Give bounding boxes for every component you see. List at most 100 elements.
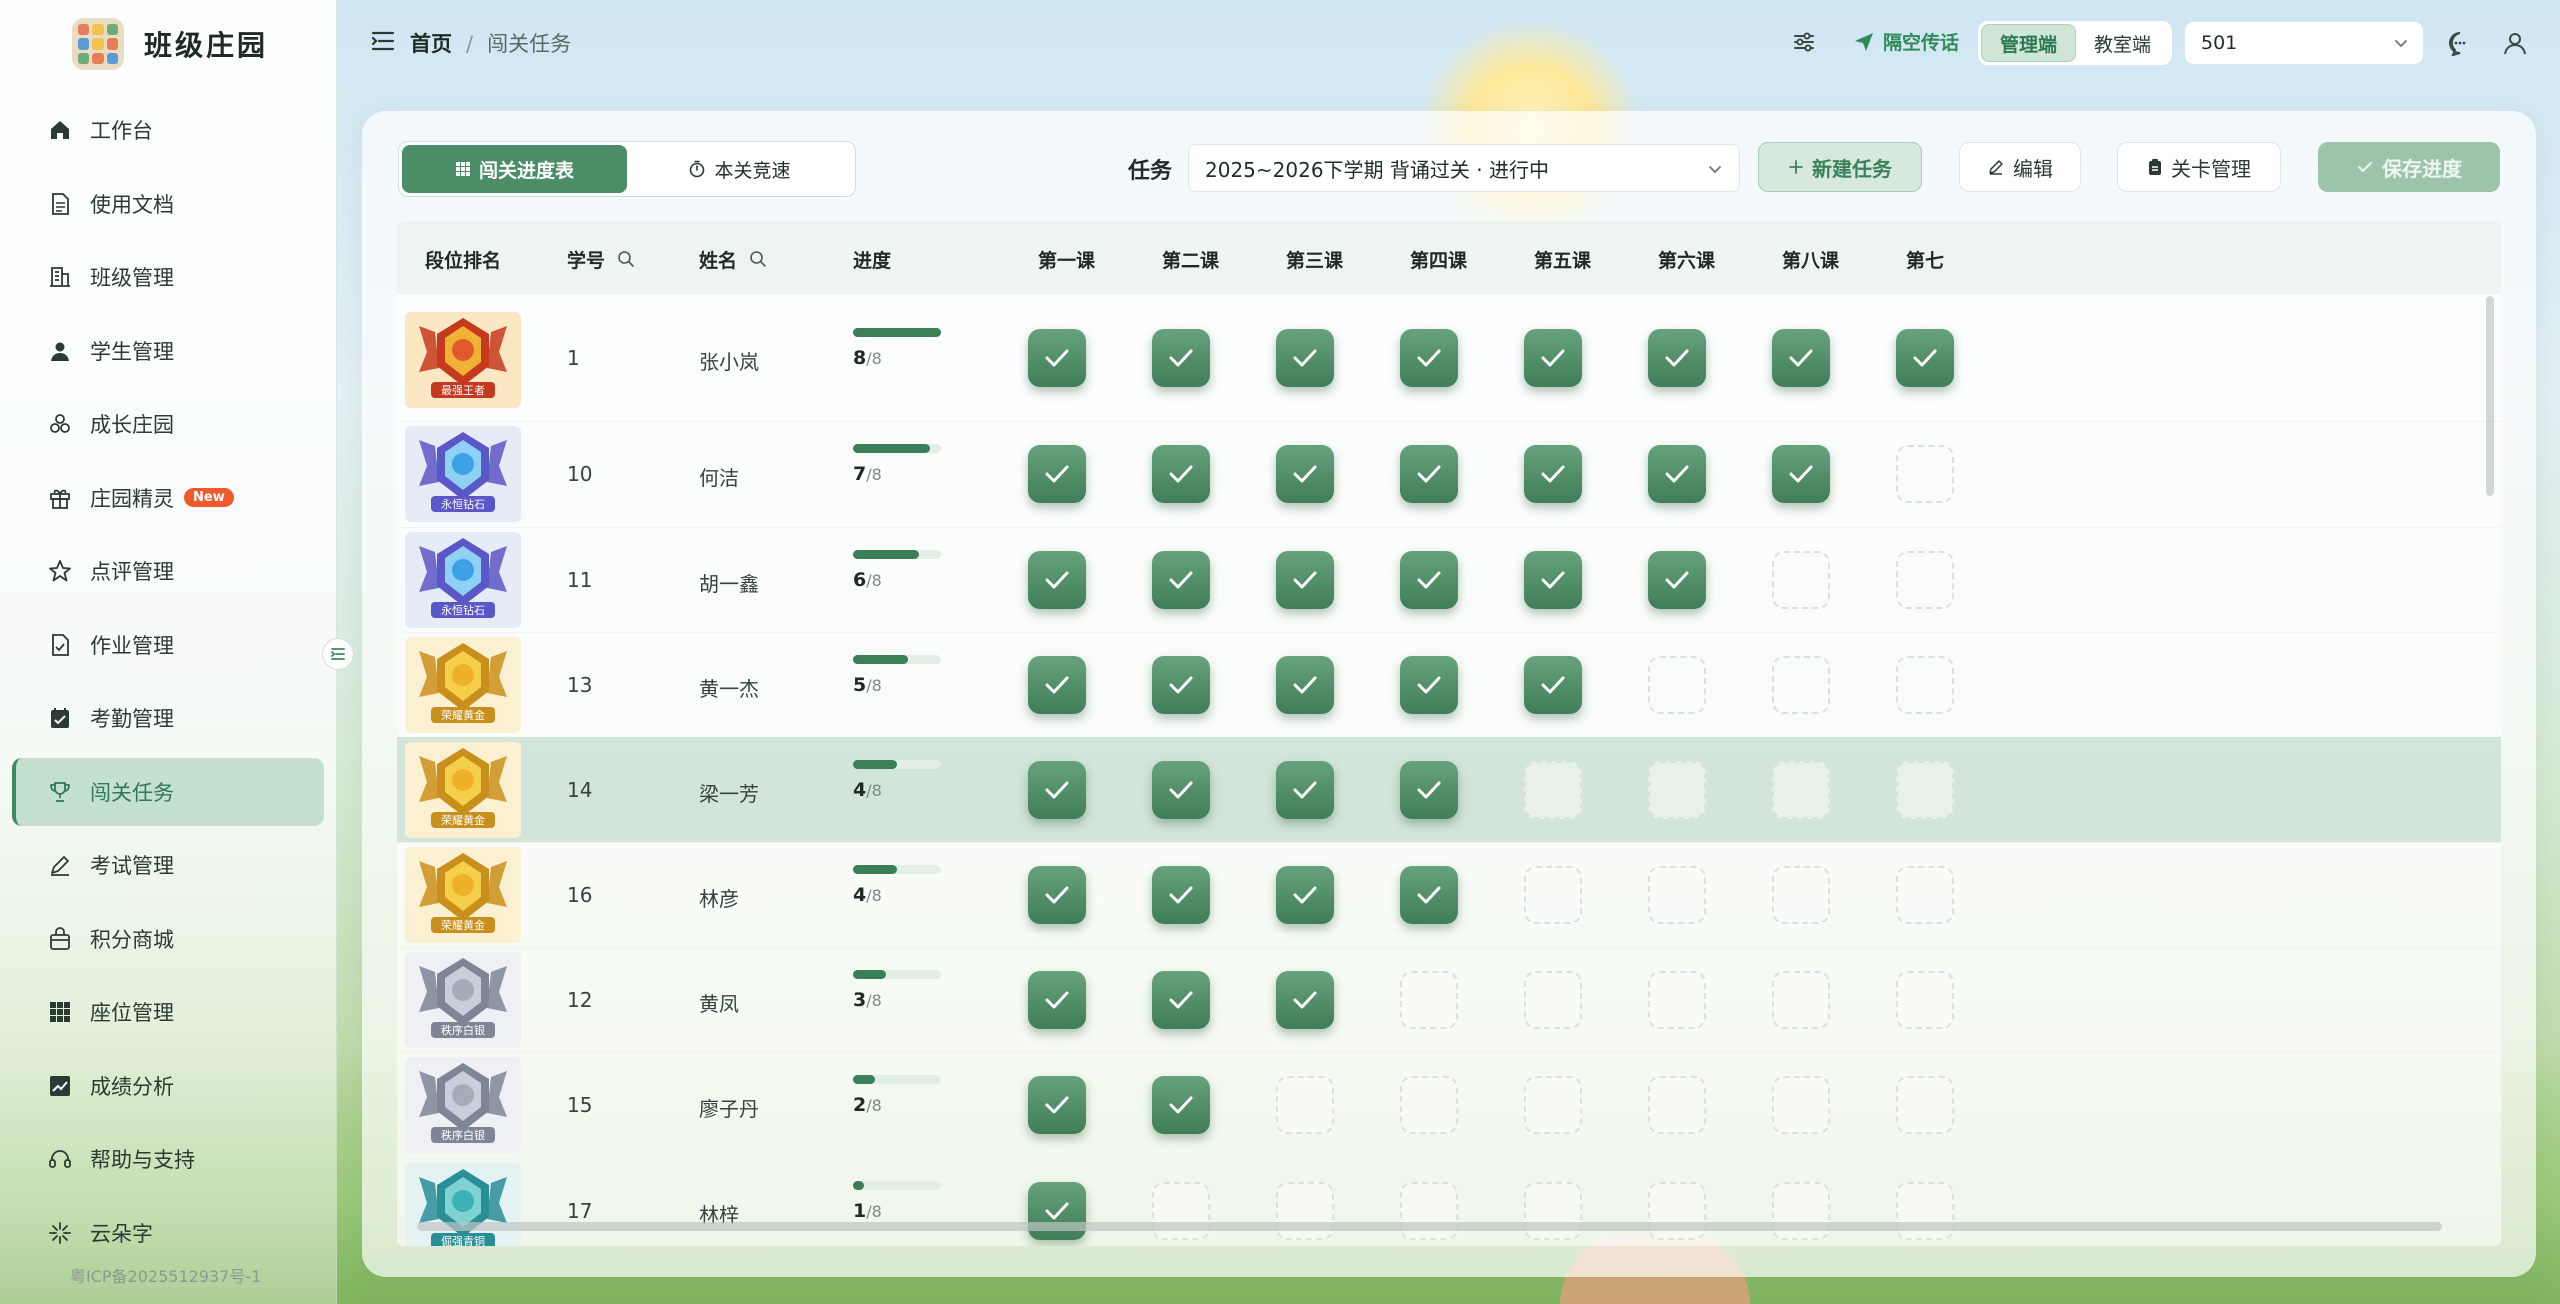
lesson-checkbox-checked[interactable] <box>1152 445 1210 503</box>
lesson-checkbox-checked[interactable] <box>1524 655 1582 714</box>
menu-fold-icon[interactable] <box>371 30 395 52</box>
column-header-2[interactable]: 姓名 <box>699 246 737 273</box>
lesson-checkbox-checked[interactable] <box>1276 970 1334 1029</box>
table-row[interactable]: 荣耀黄金 14 梁一芳 4/8 <box>397 737 2501 843</box>
search-icon[interactable] <box>749 250 767 272</box>
lesson-checkbox-empty[interactable] <box>1648 865 1706 924</box>
table-row[interactable]: 秩序白银 15 廖子丹 2/8 <box>397 1052 2501 1159</box>
lesson-checkbox-empty[interactable] <box>1524 970 1582 1029</box>
lesson-checkbox-checked[interactable] <box>1524 328 1582 387</box>
lesson-checkbox-checked[interactable] <box>1276 865 1334 924</box>
sidebar-item-2[interactable]: 班级管理 <box>12 243 324 311</box>
mode-tab-classroom[interactable]: 教室端 <box>2076 24 2169 62</box>
table-row[interactable]: 荣耀黄金 13 黄一杰 5/8 <box>397 632 2501 738</box>
vertical-scrollbar[interactable] <box>2486 296 2494 496</box>
lesson-checkbox-checked[interactable] <box>1648 328 1706 387</box>
lesson-checkbox-checked[interactable] <box>1028 865 1086 924</box>
lesson-checkbox-empty[interactable] <box>1896 655 1954 714</box>
lesson-checkbox-checked[interactable] <box>1896 328 1954 387</box>
table-row[interactable]: 秩序白银 12 黄凤 3/8 <box>397 947 2501 1053</box>
lesson-checkbox-empty[interactable] <box>1772 550 1830 609</box>
lesson-checkbox-empty[interactable] <box>1648 1076 1706 1134</box>
level-manage-button[interactable]: 关卡管理 <box>2117 142 2281 192</box>
lesson-checkbox-empty[interactable] <box>1524 1182 1582 1240</box>
sidebar-item-14[interactable]: 帮助与支持 <box>12 1125 324 1193</box>
tab-progress-table[interactable]: 闯关进度表 <box>402 145 627 193</box>
sidebar-item-9[interactable]: 闯关任务 <box>12 757 324 826</box>
lesson-checkbox-checked[interactable] <box>1400 655 1458 714</box>
sidebar-item-0[interactable]: 工作台 <box>12 96 324 164</box>
lesson-checkbox-checked[interactable] <box>1028 445 1086 503</box>
lesson-checkbox-checked[interactable] <box>1152 865 1210 924</box>
lesson-checkbox-empty[interactable] <box>1896 1076 1954 1134</box>
lesson-checkbox-checked[interactable] <box>1276 760 1334 819</box>
lesson-checkbox-checked[interactable] <box>1152 655 1210 714</box>
table-row[interactable]: 永恒钻石 10 何洁 7/8 <box>397 421 2501 528</box>
lesson-checkbox-empty[interactable] <box>1524 1076 1582 1134</box>
lesson-checkbox-checked[interactable] <box>1028 1076 1086 1134</box>
sliders-icon[interactable] <box>1792 30 1816 54</box>
sidebar-item-15[interactable]: 云朵字 <box>12 1199 324 1267</box>
table-row[interactable]: 永恒钻石 11 胡一鑫 6/8 <box>397 527 2501 633</box>
search-icon[interactable] <box>617 250 635 272</box>
lesson-checkbox-checked[interactable] <box>1648 550 1706 609</box>
save-progress-button[interactable]: 保存进度 <box>2318 142 2500 192</box>
lesson-checkbox-empty[interactable] <box>1772 655 1830 714</box>
lesson-checkbox-checked[interactable] <box>1400 550 1458 609</box>
lesson-checkbox-empty[interactable] <box>1648 655 1706 714</box>
lesson-checkbox-checked[interactable] <box>1772 328 1830 387</box>
sidebar-item-4[interactable]: 成长庄园 <box>12 390 324 458</box>
sidebar-item-7[interactable]: 作业管理 <box>12 611 324 679</box>
mode-tab-admin[interactable]: 管理端 <box>1981 24 2077 62</box>
sidebar-item-8[interactable]: 考勤管理 <box>12 684 324 752</box>
lesson-checkbox-checked[interactable] <box>1524 550 1582 609</box>
lesson-checkbox-empty[interactable] <box>1648 760 1706 819</box>
lesson-checkbox-empty[interactable] <box>1896 550 1954 609</box>
lesson-checkbox-empty[interactable] <box>1400 970 1458 1029</box>
lesson-checkbox-empty[interactable] <box>1896 445 1954 503</box>
lesson-checkbox-empty[interactable] <box>1896 1182 1954 1240</box>
lesson-checkbox-checked[interactable] <box>1524 445 1582 503</box>
lesson-checkbox-checked[interactable] <box>1028 655 1086 714</box>
sidebar-item-12[interactable]: 座位管理 <box>12 978 324 1046</box>
sidebar-item-11[interactable]: 积分商城 <box>12 905 324 973</box>
brand[interactable]: 班级庄园 <box>72 18 268 70</box>
lesson-checkbox-checked[interactable] <box>1772 445 1830 503</box>
lesson-checkbox-empty[interactable] <box>1648 1182 1706 1240</box>
lesson-checkbox-checked[interactable] <box>1152 970 1210 1029</box>
lesson-checkbox-empty[interactable] <box>1772 760 1830 819</box>
sidebar-item-1[interactable]: 使用文档 <box>12 170 324 238</box>
lesson-checkbox-checked[interactable] <box>1648 445 1706 503</box>
lesson-checkbox-empty[interactable] <box>1400 1182 1458 1240</box>
sidebar-item-6[interactable]: 点评管理 <box>12 537 324 605</box>
icp-record[interactable]: 粤ICP备2025512937号-1 <box>70 1263 261 1287</box>
breadcrumb-home[interactable]: 首页 <box>410 32 452 56</box>
lesson-checkbox-checked[interactable] <box>1400 760 1458 819</box>
lesson-checkbox-checked[interactable] <box>1152 760 1210 819</box>
lesson-checkbox-empty[interactable] <box>1772 1076 1830 1134</box>
tab-speed-race[interactable]: 本关竞速 <box>627 145 852 193</box>
lesson-checkbox-empty[interactable] <box>1648 970 1706 1029</box>
sidebar-item-10[interactable]: 考试管理 <box>12 831 324 899</box>
table-row[interactable]: 倔强青铜 17 林梓 1/8 <box>397 1158 2501 1246</box>
lesson-checkbox-checked[interactable] <box>1400 865 1458 924</box>
task-select[interactable]: 2025~2026下学期 背诵过关 · 进行中 <box>1188 144 1740 192</box>
chat-icon[interactable] <box>2447 30 2473 56</box>
lesson-checkbox-empty[interactable] <box>1896 760 1954 819</box>
lesson-checkbox-checked[interactable] <box>1152 328 1210 387</box>
lesson-checkbox-checked[interactable] <box>1028 760 1086 819</box>
horizontal-scrollbar[interactable] <box>417 1222 2442 1231</box>
lesson-checkbox-empty[interactable] <box>1772 970 1830 1029</box>
lesson-checkbox-empty[interactable] <box>1276 1076 1334 1134</box>
sidebar-item-13[interactable]: 成绩分析 <box>12 1052 324 1120</box>
lesson-checkbox-checked[interactable] <box>1400 328 1458 387</box>
send-message-button[interactable]: 隔空传话 <box>1853 28 1959 55</box>
sidebar-item-3[interactable]: 学生管理 <box>12 317 324 385</box>
lesson-checkbox-empty[interactable] <box>1896 970 1954 1029</box>
sidebar-item-5[interactable]: 庄园精灵 New <box>12 464 324 532</box>
lesson-checkbox-checked[interactable] <box>1028 970 1086 1029</box>
lesson-checkbox-checked[interactable] <box>1152 1076 1210 1134</box>
lesson-checkbox-empty[interactable] <box>1276 1182 1334 1240</box>
lesson-checkbox-checked[interactable] <box>1028 550 1086 609</box>
edit-button[interactable]: 编辑 <box>1959 142 2081 192</box>
